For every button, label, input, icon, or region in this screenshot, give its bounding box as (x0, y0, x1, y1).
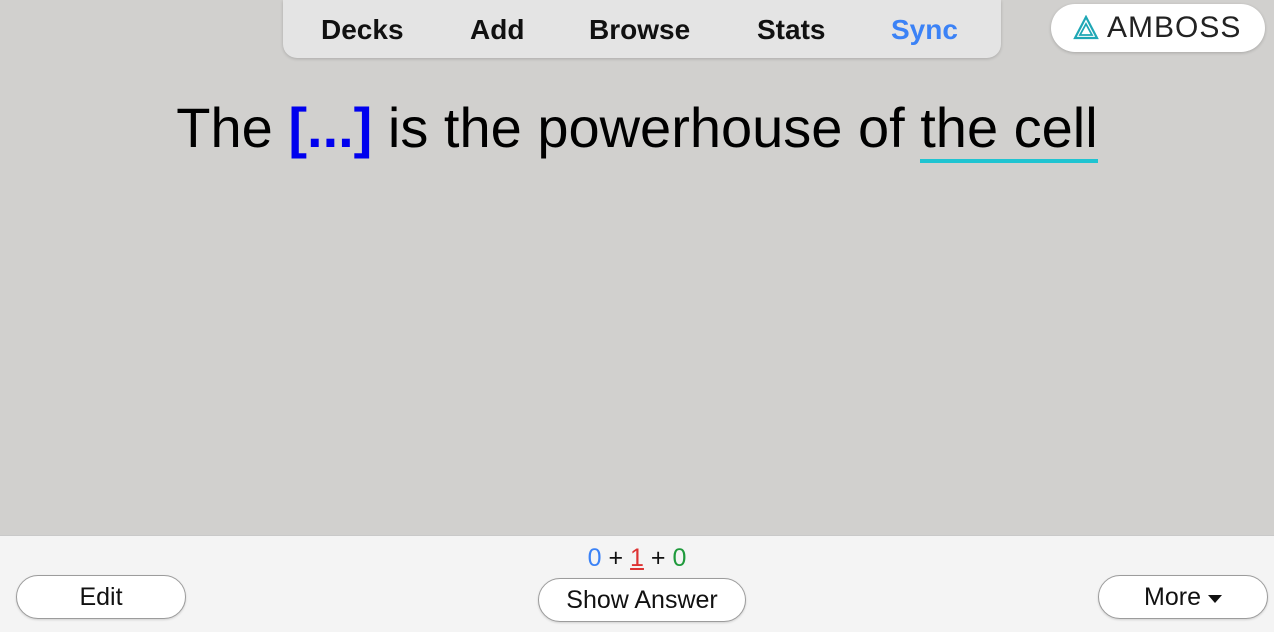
more-button[interactable]: More (1098, 575, 1268, 619)
nav-add[interactable]: Add (470, 14, 524, 46)
nav-decks[interactable]: Decks (321, 14, 404, 46)
edit-button[interactable]: Edit (16, 575, 186, 619)
more-button-label: More (1144, 582, 1201, 611)
amboss-triangle-icon (1073, 15, 1099, 40)
nav-browse[interactable]: Browse (589, 14, 690, 46)
card-text-underlined: the cell (920, 96, 1098, 163)
edit-button-label: Edit (79, 582, 123, 611)
nav-stats[interactable]: Stats (757, 14, 825, 46)
review-bottom-bar: 0 + 1 + 0 Edit Show Answer More (0, 535, 1274, 632)
show-answer-button[interactable]: Show Answer (538, 578, 746, 622)
count-separator: + (608, 544, 624, 572)
amboss-label: AMBOSS (1107, 11, 1242, 44)
count-separator: + (650, 544, 666, 572)
learn-count: 1 (630, 544, 644, 572)
cloze-deletion: [...] (288, 96, 373, 159)
card-question: The [...] is the powerhouse of the cell (0, 95, 1274, 163)
card-text-middle: is the powerhouse of (387, 96, 905, 159)
nav-sync[interactable]: Sync (891, 14, 958, 46)
caret-down-icon (1207, 594, 1222, 603)
review-count: 0 (672, 544, 687, 572)
new-count: 0 (587, 544, 602, 572)
card-text-prefix: The (176, 96, 273, 159)
due-counts: 0 + 1 + 0 (0, 544, 1274, 573)
show-answer-label: Show Answer (566, 585, 718, 614)
main-nav: Decks Add Browse Stats Sync (283, 0, 1001, 58)
amboss-button[interactable]: AMBOSS (1051, 4, 1265, 52)
